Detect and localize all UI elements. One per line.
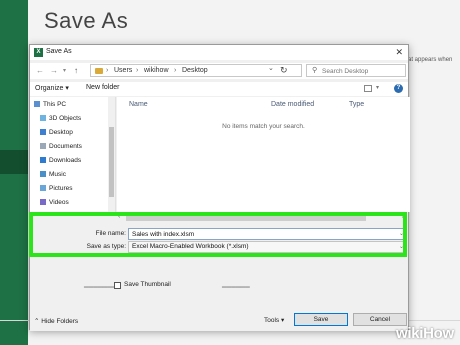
videos-icon (40, 199, 46, 205)
hide-folders-button[interactable]: ⌃ Hide Folders (34, 317, 78, 325)
nav-item-downloads[interactable]: Downloads (40, 157, 81, 164)
search-input[interactable] (322, 66, 404, 76)
save-button[interactable]: Save (294, 313, 348, 326)
save-thumbnail-checkbox[interactable] (114, 282, 121, 289)
wikihow-watermark: wikiHow (396, 325, 454, 342)
close-icon[interactable]: ✕ (395, 47, 403, 58)
path-dropdown-chevron-icon[interactable]: ⌄ (268, 64, 274, 72)
back-arrow-icon[interactable]: ← (36, 66, 44, 75)
music-icon (40, 171, 46, 177)
nav-item-videos[interactable]: Videos (40, 199, 69, 206)
nav-item-music[interactable]: Music (40, 171, 66, 178)
nav-item-desktop[interactable]: Desktop (40, 129, 73, 136)
excel-nav-strip (0, 0, 28, 345)
cube-icon (40, 115, 46, 121)
tools-dropdown[interactable]: Tools ▾ (264, 316, 284, 324)
save-as-dialog: X Save As ✕ ← → ▾ ↑ › Users › wikihow › … (29, 44, 410, 331)
backstage-title: Save As (44, 8, 129, 33)
pictures-icon (40, 185, 46, 191)
excel-icon: X (34, 48, 43, 57)
nav-item-documents[interactable]: Documents (40, 143, 82, 150)
new-folder-button[interactable]: New folder (86, 84, 119, 91)
organize-button[interactable]: Organize ▾ (35, 84, 69, 92)
pc-icon (34, 101, 40, 107)
dialog-toolbar: Organize ▾ New folder ▾ ? (30, 82, 408, 96)
address-bar: ← → ▾ ↑ › Users › wikihow › Desktop ⌄ ↻ … (30, 63, 408, 79)
downloads-icon (40, 157, 46, 163)
column-header-date-modified[interactable]: Date modified (271, 101, 314, 108)
nav-label: Music (49, 171, 66, 178)
save-thumbnail-label: Save Thumbnail (124, 281, 171, 288)
nav-scrollbar-thumb[interactable] (109, 127, 114, 197)
dialog-title: Save As (46, 48, 72, 55)
view-dropdown-chevron-icon[interactable]: ▾ (376, 84, 379, 91)
documents-icon (40, 143, 46, 149)
help-icon[interactable]: ? (394, 84, 403, 93)
up-arrow-icon[interactable]: ↑ (74, 66, 78, 75)
path-separator-icon: › (106, 67, 109, 74)
nav-item-this-pc[interactable]: This PC (34, 101, 66, 108)
nav-item-pictures[interactable]: Pictures (40, 185, 72, 192)
highlight-annotation (29, 212, 407, 257)
path-separator-icon: › (174, 67, 177, 74)
forward-arrow-icon[interactable]: → (50, 66, 58, 75)
navigation-pane: This PC 3D Objects Desktop Documents Dow… (30, 97, 116, 212)
file-list: Name Date modified Type No items match y… (117, 97, 410, 212)
breadcrumb-users[interactable]: Users (114, 67, 132, 74)
dialog-titlebar: X Save As ✕ (30, 45, 408, 60)
nav-scrollbar[interactable] (108, 97, 115, 212)
empty-message: No items match your search. (222, 123, 305, 130)
backstage-side-text: at appears when (408, 57, 453, 63)
path-separator-icon: › (136, 67, 139, 74)
desktop-icon (40, 129, 46, 135)
view-options-icon[interactable] (364, 85, 372, 92)
breadcrumb-desktop[interactable]: Desktop (182, 67, 208, 74)
nav-label: Documents (49, 143, 82, 150)
tools-chevron-icon: ▾ (279, 317, 285, 324)
nav-label: 3D Objects (49, 115, 82, 122)
nav-label: This PC (43, 101, 67, 108)
refresh-icon[interactable]: ↻ (280, 65, 288, 76)
search-icon: ⚲ (312, 67, 318, 74)
hide-folders-label: Hide Folders (41, 318, 79, 325)
tags-label-faded: ▁▁▁▁▁▁ (222, 282, 250, 288)
nav-item-3d-objects[interactable]: 3D Objects (40, 115, 81, 122)
nav-label: Pictures (49, 185, 73, 192)
excel-nav-selected (0, 150, 28, 174)
nav-label: Desktop (49, 129, 73, 136)
search-box[interactable]: ⚲ (306, 64, 406, 77)
column-header-type[interactable]: Type (349, 101, 364, 108)
column-header-name[interactable]: Name (129, 101, 148, 108)
nav-label: Downloads (49, 157, 82, 164)
nav-label: Videos (49, 199, 69, 206)
recent-chevron-icon[interactable]: ▾ (63, 67, 66, 74)
folder-icon (95, 68, 103, 74)
breadcrumb-wikihow[interactable]: wikihow (144, 67, 169, 74)
tools-label: Tools (264, 317, 280, 324)
